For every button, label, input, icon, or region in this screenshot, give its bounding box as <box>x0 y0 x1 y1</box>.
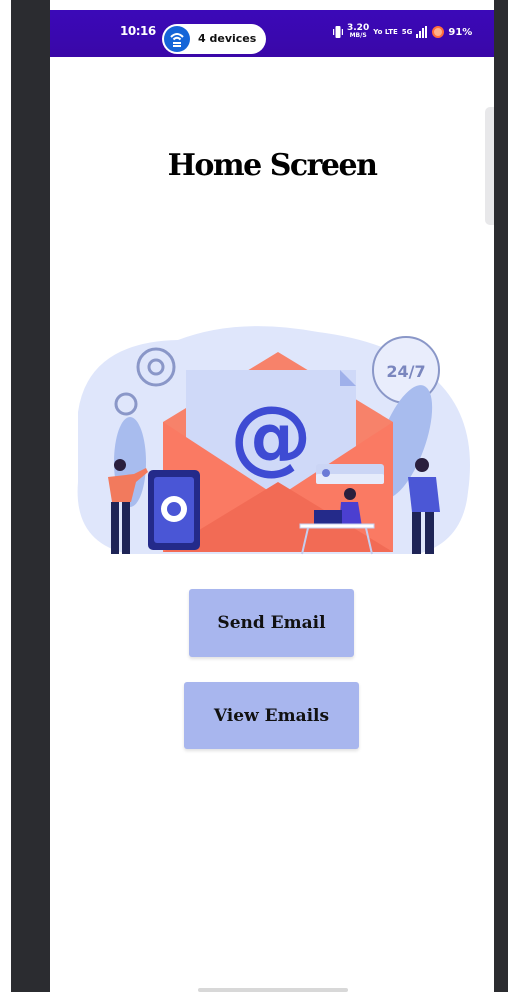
status-bar: 10:16 4 devices 3.20 MB/S Yo LTE 5G 91% <box>50 10 494 57</box>
network-speed-unit: MB/S <box>349 32 367 39</box>
status-time: 10:16 <box>120 24 156 38</box>
signal-bars-icon <box>416 26 428 38</box>
status-indicators: 3.20 MB/S Yo LTE 5G 91% <box>333 24 472 40</box>
window-frame-top <box>11 0 508 10</box>
email-illustration: 24/7 @ <box>77 326 471 555</box>
network-label: Yo LTE <box>373 27 398 36</box>
device-bezel-right <box>494 0 508 992</box>
window-frame-right <box>508 0 514 992</box>
window-frame-left <box>0 0 11 992</box>
page-title: Home Screen <box>167 148 378 183</box>
phone-call-icon <box>148 470 200 550</box>
at-sign-icon: @ <box>230 389 312 484</box>
view-emails-button[interactable]: View Emails <box>184 682 359 749</box>
support-247-text: 24/7 <box>386 362 425 381</box>
signal-label: 5G <box>401 27 413 36</box>
home-indicator[interactable] <box>198 988 348 992</box>
send-email-button[interactable]: Send Email <box>189 589 354 657</box>
hotspot-chip[interactable]: 4 devices <box>162 24 266 54</box>
device-bezel-left <box>11 0 50 992</box>
chat-bubble-icon <box>316 464 384 484</box>
battery-saver-icon <box>432 26 445 38</box>
battery-percent: 91% <box>448 26 473 38</box>
network-speed: 3.20 MB/S <box>347 24 369 40</box>
hotspot-icon <box>164 26 190 52</box>
vibrate-icon <box>333 26 343 38</box>
hotspot-devices-label: 4 devices <box>198 32 257 45</box>
